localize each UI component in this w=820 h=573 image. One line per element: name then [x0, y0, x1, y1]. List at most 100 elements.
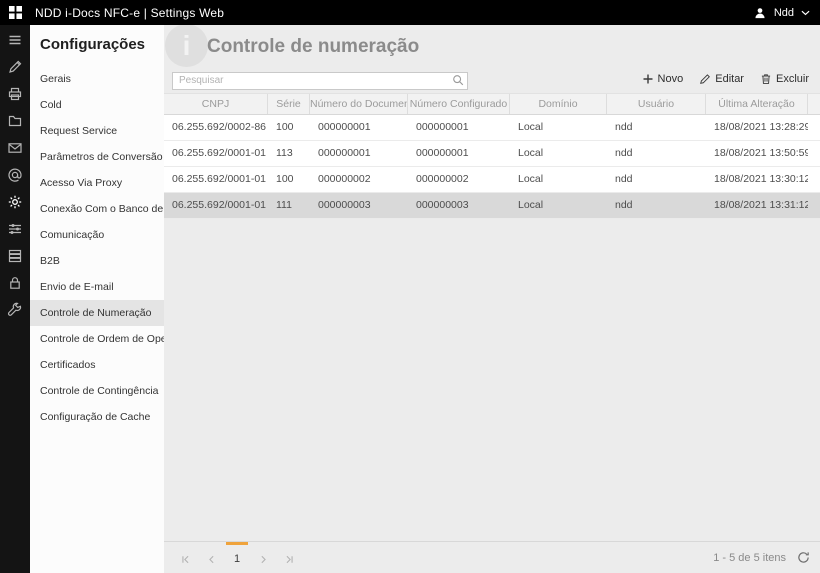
- table-cell-spill: [808, 193, 820, 218]
- sidebar-item-cold[interactable]: Cold: [30, 92, 164, 118]
- topbar: NDD i-Docs NFC-e | Settings Web Ndd: [0, 0, 820, 25]
- main-content: i Controle de numeração Novo Editar Excl…: [164, 25, 820, 573]
- column-header[interactable]: Número do Documento: [310, 94, 408, 114]
- wrench-icon[interactable]: [7, 302, 23, 318]
- column-header[interactable]: Domínio: [510, 94, 607, 114]
- table-cell: 000000002: [408, 167, 510, 192]
- column-header-spill: [808, 94, 820, 114]
- table-row[interactable]: 06.255.692/0002-86100000000001000000001L…: [164, 115, 820, 141]
- delete-button[interactable]: Excluir: [760, 73, 809, 85]
- user-icon: [753, 6, 767, 20]
- sidebar-item-controle-de-numera-o[interactable]: Controle de Numeração: [30, 300, 164, 326]
- table-cell: Local: [510, 115, 607, 140]
- search-box: [172, 70, 468, 88]
- pager-next-button[interactable]: [250, 542, 276, 573]
- column-header[interactable]: Número Configurado: [408, 94, 510, 114]
- edit-button[interactable]: Editar: [699, 73, 744, 85]
- gear-icon[interactable]: [7, 194, 23, 210]
- logo-letter: i: [183, 30, 191, 62]
- sidebar-item-b2b[interactable]: B2B: [30, 248, 164, 274]
- sidebar-item-certificados[interactable]: Certificados: [30, 352, 164, 378]
- sliders-icon[interactable]: [7, 221, 23, 237]
- sidebar-item-acesso-via-proxy[interactable]: Acesso Via Proxy: [30, 170, 164, 196]
- new-button-label: Novo: [658, 73, 684, 85]
- printer-icon[interactable]: [7, 86, 23, 102]
- column-header[interactable]: Usuário: [607, 94, 706, 114]
- table-cell: ndd: [607, 115, 706, 140]
- user-menu[interactable]: Ndd: [753, 6, 810, 20]
- pager-prev-button[interactable]: [198, 542, 224, 573]
- table-cell: 000000002: [310, 167, 408, 192]
- pen-icon[interactable]: [7, 59, 23, 75]
- grid-body: 06.255.692/0002-86100000000001000000001L…: [164, 115, 820, 219]
- table-row[interactable]: 06.255.692/0001-01113000000001000000001L…: [164, 141, 820, 167]
- sidebar-item-controle-de-conting-ncia[interactable]: Controle de Contingência: [30, 378, 164, 404]
- table-cell: 113: [268, 141, 310, 166]
- table-cell: ndd: [607, 167, 706, 192]
- mail-icon[interactable]: [7, 140, 23, 156]
- table-cell: 000000001: [408, 115, 510, 140]
- folder-icon[interactable]: [7, 113, 23, 129]
- table-cell: ndd: [607, 193, 706, 218]
- grid-header: CNPJSérieNúmero do DocumentoNúmero Confi…: [164, 93, 820, 115]
- sidebar-title: Configurações: [30, 25, 164, 66]
- table-cell: 000000003: [408, 193, 510, 218]
- table-cell: 06.255.692/0001-01: [164, 193, 268, 218]
- new-button[interactable]: Novo: [642, 73, 684, 85]
- sidebar-item-request-service[interactable]: Request Service: [30, 118, 164, 144]
- sidebar: Configurações GeraisColdRequest ServiceP…: [30, 25, 164, 573]
- pager-first-button[interactable]: [172, 542, 198, 573]
- sidebar-item-conex-o-com-o-banco-de-dados[interactable]: Conexão Com o Banco de Dados: [30, 196, 164, 222]
- user-name: Ndd: [774, 7, 794, 19]
- table-cell: 111: [268, 193, 310, 218]
- grid-toolbar: Novo Editar Excluir: [172, 69, 809, 89]
- table-cell: Local: [510, 193, 607, 218]
- delete-button-label: Excluir: [776, 73, 809, 85]
- table-cell: Local: [510, 167, 607, 192]
- table-cell: 000000001: [310, 115, 408, 140]
- sidebar-menu: GeraisColdRequest ServiceParâmetros de C…: [30, 66, 164, 430]
- table-cell: 06.255.692/0001-01: [164, 167, 268, 192]
- chevron-down-icon: [801, 10, 810, 16]
- table-cell: 06.255.692/0002-86: [164, 115, 268, 140]
- table-cell-spill: [808, 115, 820, 140]
- table-cell: 18/08/2021 13:50:59: [706, 141, 808, 166]
- icon-rail: [0, 25, 30, 573]
- table-row[interactable]: 06.255.692/0001-01100000000002000000002L…: [164, 167, 820, 193]
- table-cell: 000000001: [408, 141, 510, 166]
- lock-icon[interactable]: [7, 275, 23, 291]
- sidebar-item-par-metros-de-convers-o[interactable]: Parâmetros de Conversão: [30, 144, 164, 170]
- pager-last-button[interactable]: [276, 542, 302, 573]
- table-cell: 18/08/2021 13:31:12: [706, 193, 808, 218]
- sidebar-item-envio-de-e-mail[interactable]: Envio de E-mail: [30, 274, 164, 300]
- table-cell: 06.255.692/0001-01: [164, 141, 268, 166]
- trash-icon: [760, 73, 772, 85]
- table-cell: ndd: [607, 141, 706, 166]
- table-cell: 000000003: [310, 193, 408, 218]
- column-header[interactable]: CNPJ: [164, 94, 268, 114]
- sidebar-item-configura-o-de-cache[interactable]: Configuração de Cache: [30, 404, 164, 430]
- data-grid: CNPJSérieNúmero do DocumentoNúmero Confi…: [164, 93, 820, 219]
- plus-icon: [642, 73, 654, 85]
- app-logo-watermark: i: [165, 24, 208, 67]
- refresh-button[interactable]: [786, 542, 820, 573]
- pager-current-page[interactable]: 1: [226, 542, 248, 573]
- sidebar-item-controle-de-ordem-de-opera-o[interactable]: Controle de Ordem de Operação: [30, 326, 164, 352]
- table-cell: 18/08/2021 13:28:29: [706, 115, 808, 140]
- table-cell-spill: [808, 141, 820, 166]
- action-buttons: Novo Editar Excluir: [642, 73, 809, 85]
- at-sign-icon[interactable]: [7, 167, 23, 183]
- table-cell: 18/08/2021 13:30:12: [706, 167, 808, 192]
- apps-grid-icon[interactable]: [9, 6, 22, 19]
- table-cell: Local: [510, 141, 607, 166]
- column-header[interactable]: Série: [268, 94, 310, 114]
- sidebar-item-gerais[interactable]: Gerais: [30, 66, 164, 92]
- list-stack-icon[interactable]: [7, 248, 23, 264]
- column-header[interactable]: Última Alteração: [706, 94, 808, 114]
- search-input[interactable]: [172, 72, 468, 90]
- table-row[interactable]: 06.255.692/0001-01111000000003000000003L…: [164, 193, 820, 219]
- sidebar-item-comunica-o[interactable]: Comunicação: [30, 222, 164, 248]
- pencil-icon: [699, 73, 711, 85]
- menu-icon[interactable]: [7, 32, 23, 48]
- table-cell: 100: [268, 115, 310, 140]
